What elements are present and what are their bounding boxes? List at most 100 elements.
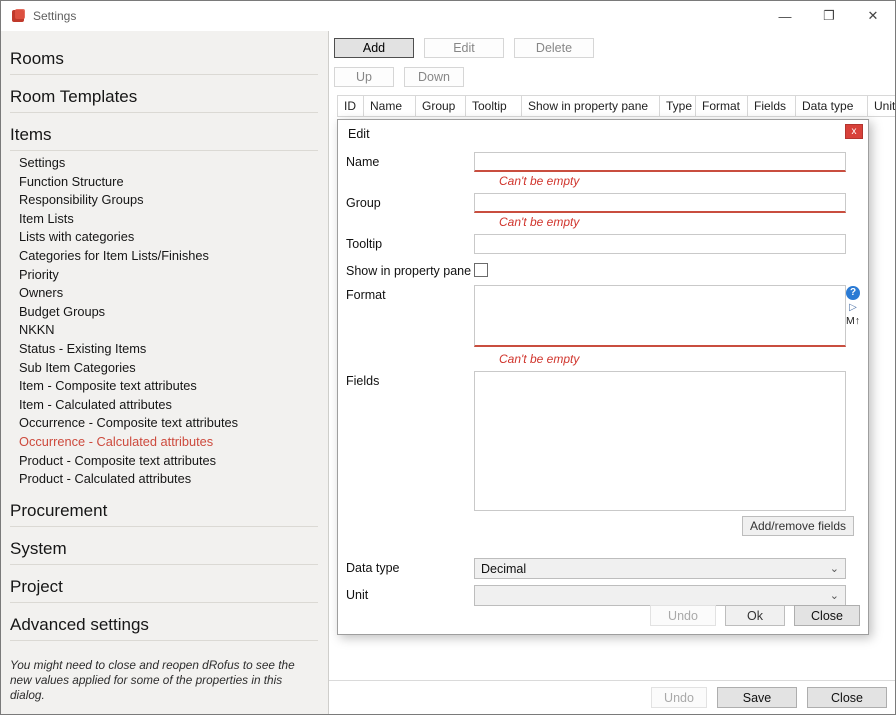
fields-row: Fields [346,371,860,514]
sidebar-item-item-lists[interactable]: Item Lists [10,210,328,229]
down-button[interactable]: Down [404,67,464,87]
window-body: Rooms Room Templates Items SettingsFunction… [1,31,895,714]
tooltip-input[interactable] [474,234,846,254]
sidebar-item-sub-item-categories[interactable]: Sub Item Categories [10,359,328,378]
sidebar-section-procurement[interactable]: Procurement [10,501,318,527]
settings-window: Settings — ❐ ✕ Rooms Room Templates Items S… [0,0,896,715]
column-header-fields[interactable]: Fields [748,96,796,116]
column-header-group[interactable]: Group [416,96,466,116]
sidebar-section-items[interactable]: Items [10,125,318,151]
edit-dialog: Edit x Name Can't be empty Group Can't b… [337,119,869,635]
toolbar-row-2: Up Down [329,58,895,87]
table-header: IDNameGroupTooltipShow in property paneT… [337,95,895,117]
dialog-ok-button[interactable]: Ok [725,605,785,626]
group-label: Group [346,193,474,210]
sidebar-item-item-calculated-attributes[interactable]: Item - Calculated attributes [10,396,328,415]
help-icon[interactable]: ? [846,286,860,300]
sidebar-item-product-composite-text-attributes[interactable]: Product - Composite text attributes [10,452,328,471]
format-textarea[interactable] [474,285,846,347]
column-header-id[interactable]: ID [338,96,364,116]
dialog-close-icon[interactable]: x [845,124,863,139]
data-type-select[interactable]: Decimal ⌄ [474,558,846,579]
minimize-button[interactable]: — [763,1,807,31]
app-icon [11,8,27,24]
titlebar: Settings — ❐ ✕ [1,1,895,31]
uppercase-icon[interactable]: M↑ [846,315,860,327]
column-header-name[interactable]: Name [364,96,416,116]
data-type-label: Data type [346,558,474,575]
fields-label: Fields [346,371,474,388]
window-controls: — ❐ ✕ [763,1,895,31]
column-header-data-type[interactable]: Data type [796,96,868,116]
name-input[interactable] [474,152,846,172]
sidebar-item-item-composite-text-attributes[interactable]: Item - Composite text attributes [10,377,328,396]
format-tools: ? ▷ M↑ [846,285,860,327]
format-label: Format [346,285,474,302]
sidebar-nav: Rooms Room Templates Items SettingsFunction… [10,37,328,644]
sidebar-item-function-structure[interactable]: Function Structure [10,173,328,192]
chevron-down-icon: ⌄ [830,564,839,574]
sidebar-item-owners[interactable]: Owners [10,284,328,303]
sidebar-item-lists-with-categories[interactable]: Lists with categories [10,228,328,247]
dialog-undo-button[interactable]: Undo [650,605,716,626]
sidebar-note: You might need to close and reopen dRofu… [10,658,314,703]
fields-button-row: Add/remove fields [346,516,854,536]
column-header-type[interactable]: Type [660,96,696,116]
tooltip-row: Tooltip [346,234,860,254]
column-header-unit[interactable]: Unit [868,96,895,116]
edit-dialog-title: Edit [348,127,370,141]
format-row: Format ? ▷ M↑ [346,285,860,350]
group-row: Group [346,193,860,213]
up-button[interactable]: Up [334,67,394,87]
main-footer: Undo Save Close [329,680,895,714]
sidebar-section-room-templates[interactable]: Room Templates [10,87,318,113]
edit-dialog-form: Name Can't be empty Group Can't be empty… [338,148,868,606]
edit-dialog-footer: Undo Ok Close [650,605,860,626]
sidebar-section-system[interactable]: System [10,539,318,565]
sidebar-item-responsibility-groups[interactable]: Responsibility Groups [10,191,328,210]
insert-field-icon[interactable]: ▷ [849,302,857,313]
column-header-format[interactable]: Format [696,96,748,116]
sidebar-section-rooms[interactable]: Rooms [10,49,318,75]
maximize-button[interactable]: ❐ [807,1,851,31]
name-validation-message: Can't be empty [499,174,860,191]
data-type-row: Data type Decimal ⌄ [346,558,860,579]
edit-button[interactable]: Edit [424,38,504,58]
sidebar-item-categories-for-item-lists-finishes[interactable]: Categories for Item Lists/Finishes [10,247,328,266]
close-button[interactable]: ✕ [851,1,895,31]
group-validation-message: Can't be empty [499,215,860,232]
delete-button[interactable]: Delete [514,38,594,58]
sidebar-section-project[interactable]: Project [10,577,318,603]
sidebar-item-priority[interactable]: Priority [10,266,328,285]
dialog-close-button[interactable]: Close [794,605,860,626]
sidebar-item-status-existing-items[interactable]: Status - Existing Items [10,340,328,359]
footer-close-button[interactable]: Close [807,687,887,708]
footer-undo-button[interactable]: Undo [651,687,707,708]
show-in-property-pane-row: Show in property pane [346,261,860,280]
show-in-property-pane-checkbox[interactable] [474,263,488,277]
add-button[interactable]: Add [334,38,414,58]
data-type-value: Decimal [481,562,526,576]
sidebar-item-occurrence-calculated-attributes[interactable]: Occurrence - Calculated attributes [10,433,328,452]
group-input[interactable] [474,193,846,213]
column-header-show-in-property-pane[interactable]: Show in property pane [522,96,660,116]
sidebar-section-advanced-settings[interactable]: Advanced settings [10,615,318,641]
column-header-tooltip[interactable]: Tooltip [466,96,522,116]
unit-select[interactable]: ⌄ [474,585,846,606]
edit-dialog-titlebar: Edit x [338,120,868,148]
name-row: Name [346,152,860,172]
sidebar-item-product-calculated-attributes[interactable]: Product - Calculated attributes [10,470,328,489]
sidebar-item-settings[interactable]: Settings [10,154,328,173]
toolbar-row-1: Add Edit Delete [329,31,895,58]
main-panel: Add Edit Delete Up Down IDNameGroupToolt… [329,31,895,714]
unit-label: Unit [346,585,474,602]
sidebar-item-occurrence-composite-text-attributes[interactable]: Occurrence - Composite text attributes [10,414,328,433]
name-label: Name [346,152,474,169]
add-remove-fields-button[interactable]: Add/remove fields [742,516,854,536]
sidebar-item-budget-groups[interactable]: Budget Groups [10,303,328,322]
fields-textarea[interactable] [474,371,846,511]
sidebar-item-nkkn[interactable]: NKKN [10,321,328,340]
footer-save-button[interactable]: Save [717,687,797,708]
format-validation-message: Can't be empty [499,352,860,369]
unit-row: Unit ⌄ [346,585,860,606]
